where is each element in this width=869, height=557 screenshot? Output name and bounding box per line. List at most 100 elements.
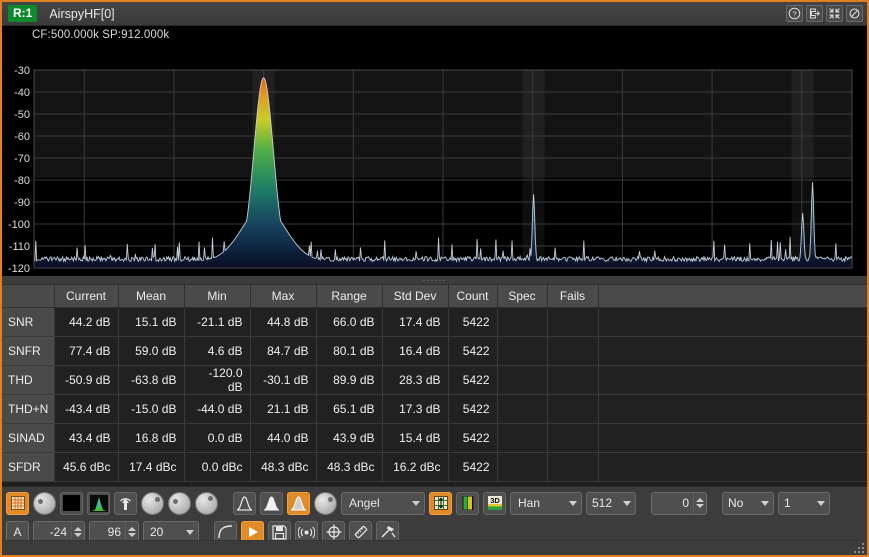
- title-bar: R:1 AirspyHF[0] ?: [2, 2, 867, 26]
- average-count-select[interactable]: 1: [778, 491, 830, 515]
- cell-min: 4.6 dB: [184, 336, 251, 366]
- col-min[interactable]: Min: [184, 285, 251, 308]
- detach-icon[interactable]: [806, 5, 823, 22]
- col-metric[interactable]: [2, 285, 55, 308]
- col-max[interactable]: Max: [250, 285, 317, 308]
- cell-fails: [547, 365, 599, 395]
- row-metric-label: SINAD: [2, 423, 55, 453]
- table-row[interactable]: SFDR 45.6 dBc 17.4 dBc 0.0 dBc 48.3 dBc 48.3 …: [2, 452, 867, 482]
- average-mode-select[interactable]: No: [722, 491, 774, 515]
- col-current[interactable]: Current: [54, 285, 119, 308]
- chevron-down-icon: [623, 500, 631, 506]
- svg-text:950: 950: [837, 275, 857, 276]
- gain-knob-5[interactable]: [314, 491, 337, 515]
- svg-text:100: 100: [74, 275, 94, 276]
- cell-mean: 15.1 dB: [118, 307, 185, 337]
- table-row[interactable]: SINAD 43.4 dB 16.8 dB 0.0 dB 44.0 dB 43.9 dB 1…: [2, 423, 867, 453]
- col-fails[interactable]: Fails: [547, 285, 599, 308]
- cell-range: 65.1 dB: [316, 394, 383, 424]
- chevron-down-icon: [761, 500, 769, 506]
- col-count[interactable]: Count: [448, 285, 498, 308]
- resize-grip[interactable]: [853, 542, 864, 553]
- application-window: R:1 AirspyHF[0] ? CF:500.000k SP:912.000…: [0, 0, 869, 557]
- svg-text:200: 200: [164, 275, 184, 276]
- grid-arrows-icon[interactable]: [429, 491, 452, 515]
- grid-icon[interactable]: [6, 491, 29, 515]
- svg-text:250: 250: [209, 275, 229, 276]
- cell-filler: [598, 336, 867, 366]
- black-swatch[interactable]: [60, 491, 83, 515]
- gain-knob-1[interactable]: [33, 491, 56, 515]
- cell-filler: [598, 452, 867, 482]
- window-outline-icon[interactable]: [233, 491, 256, 515]
- spectrum-plot[interactable]: CF:500.000k SP:912.000k -30 -40 -50 -60 …: [2, 26, 867, 276]
- window-title: AirspyHF[0]: [49, 6, 115, 21]
- table-row[interactable]: SNR 44.2 dB 15.1 dB -21.1 dB 44.8 dB 66.0 dB 1…: [2, 307, 867, 337]
- title-bar-buttons: ?: [786, 5, 863, 22]
- cell-max: 84.7 dB: [250, 336, 317, 366]
- table-row[interactable]: THD+N -43.4 dB -15.0 dB -44.0 dB 21.1 dB 65.1…: [2, 394, 867, 424]
- offset-spinner[interactable]: 0: [651, 491, 707, 515]
- fft-size-select[interactable]: 512: [586, 491, 636, 515]
- cell-current: -43.4 dB: [54, 394, 119, 424]
- help-icon[interactable]: ?: [786, 5, 803, 22]
- recorder-badge: R:1: [8, 5, 38, 22]
- measurements-table-container[interactable]: Current Mean Min Max Range Std Dev Count…: [2, 285, 867, 487]
- toolbar-area: Angel 3D Han 512 0 No 1 A -24 96 20: [2, 487, 867, 545]
- svg-text:-60: -60: [14, 131, 30, 143]
- svg-text:550: 550: [478, 275, 498, 276]
- window-filled-icon[interactable]: [260, 491, 283, 515]
- chevron-down-icon: [569, 500, 577, 506]
- green-bar-icon[interactable]: [456, 491, 479, 515]
- col-mean[interactable]: Mean: [118, 285, 185, 308]
- svg-text:-50: -50: [14, 109, 30, 121]
- gain-knob-4[interactable]: [195, 491, 218, 515]
- svg-text:800: 800: [702, 275, 722, 276]
- gain-knob-3[interactable]: [168, 491, 191, 515]
- gain-knob-2[interactable]: [141, 491, 164, 515]
- step-value: 20: [150, 525, 164, 539]
- cell-spec: [497, 394, 548, 424]
- offset-stepper[interactable]: [693, 492, 706, 514]
- window-active-icon[interactable]: [287, 491, 310, 515]
- table-row[interactable]: SNFR 77.4 dB 59.0 dB 4.6 dB 84.7 dB 80.1 dB 16…: [2, 336, 867, 366]
- svg-text:600: 600: [523, 275, 543, 276]
- curve-select[interactable]: Angel: [341, 491, 425, 515]
- cell-count: 5422: [448, 336, 498, 366]
- cell-mean: -15.0 dB: [118, 394, 185, 424]
- cell-fails: [547, 423, 599, 453]
- cell-current: 44.2 dB: [54, 307, 119, 337]
- col-spec[interactable]: Spec: [497, 285, 548, 308]
- cell-current: 77.4 dB: [54, 336, 119, 366]
- cell-min: -21.1 dB: [184, 307, 251, 337]
- svg-text:-100: -100: [8, 219, 30, 231]
- cell-stddev: 16.4 dB: [382, 336, 449, 366]
- table-header: Current Mean Min Max Range Std Dev Count…: [2, 285, 867, 308]
- cell-count: 5422: [448, 394, 498, 424]
- cell-spec: [497, 365, 548, 395]
- table-row[interactable]: THD -50.9 dB -63.8 dB -120.0 dB -30.1 dB 89.9…: [2, 365, 867, 395]
- cell-stddev: 16.2 dBc: [382, 452, 449, 482]
- cell-filler: [598, 307, 867, 337]
- threed-icon[interactable]: 3D: [483, 491, 506, 515]
- cell-filler: [598, 394, 867, 424]
- ref-level-value: -24: [49, 525, 67, 539]
- hide-icon[interactable]: [846, 5, 863, 22]
- cell-current: -50.9 dB: [54, 365, 119, 395]
- svg-text:700: 700: [612, 275, 632, 276]
- cell-filler: [598, 423, 867, 453]
- cell-max: 21.1 dB: [250, 394, 317, 424]
- cell-max: 44.0 dB: [250, 423, 317, 453]
- spectrum-peak-icon[interactable]: [87, 491, 110, 515]
- svg-text:400: 400: [343, 275, 363, 276]
- svg-text:850: 850: [747, 275, 767, 276]
- curve-select-value: Angel: [349, 496, 380, 510]
- window-function-select[interactable]: Han: [510, 491, 582, 515]
- collapse-icon[interactable]: [826, 5, 843, 22]
- col-stddev[interactable]: Std Dev: [382, 285, 449, 308]
- svg-text:-70: -70: [14, 153, 30, 165]
- col-range[interactable]: Range: [316, 285, 383, 308]
- toolbar-row-1: Angel 3D Han 512 0 No 1: [6, 490, 863, 516]
- panel-splitter[interactable]: ······: [2, 276, 867, 285]
- antenna-up-icon[interactable]: [114, 491, 137, 515]
